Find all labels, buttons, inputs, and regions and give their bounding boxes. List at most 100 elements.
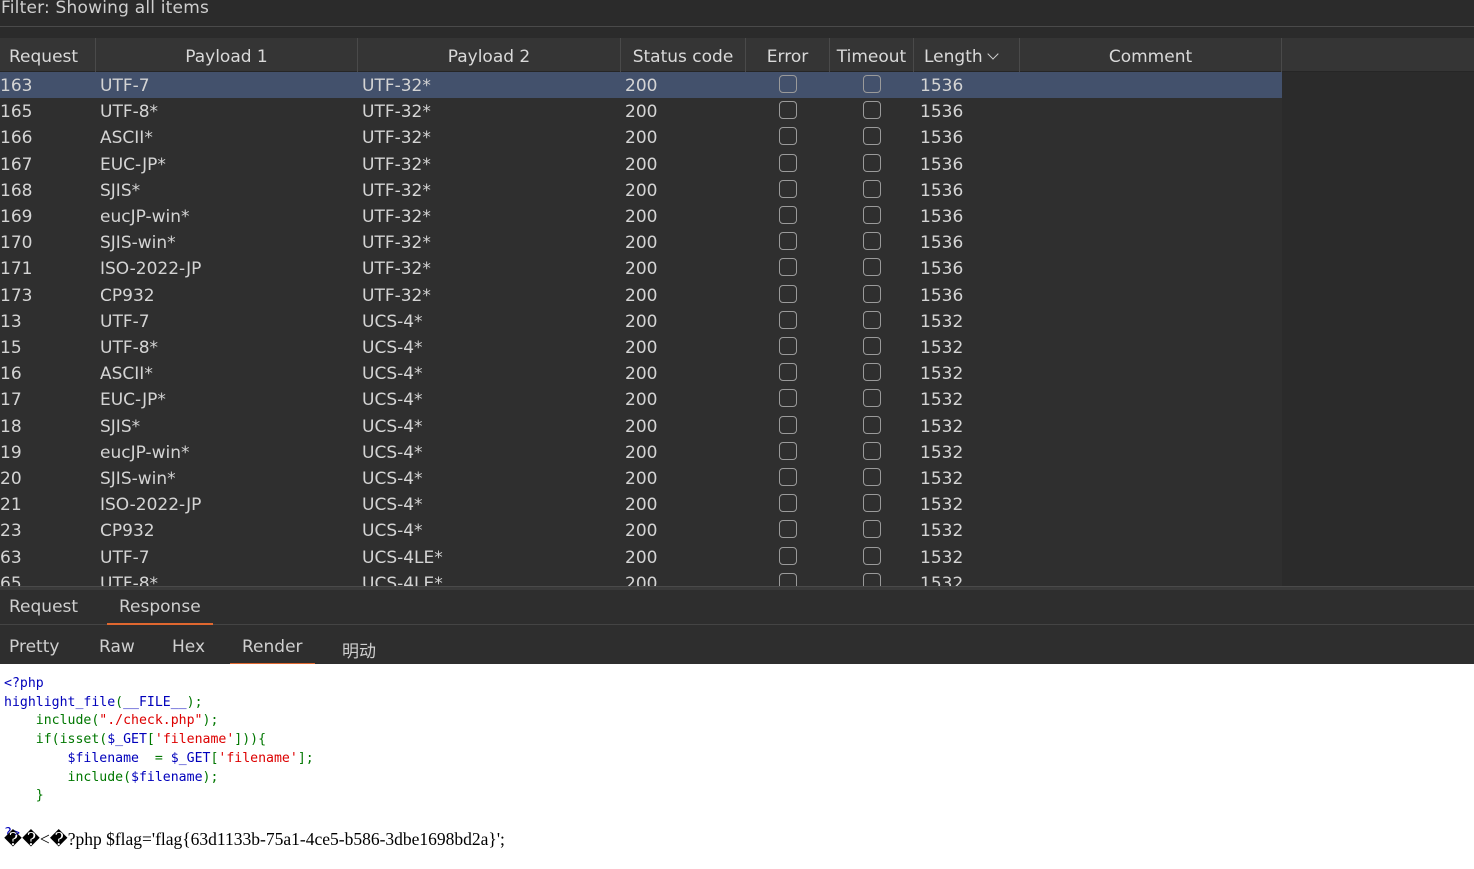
- timeout-checkbox[interactable]: [863, 75, 881, 93]
- cell-payload2: UTF-32*: [362, 128, 431, 148]
- code-token: (: [115, 694, 124, 710]
- timeout-checkbox[interactable]: [863, 232, 881, 250]
- table-row[interactable]: 171 ISO-2022-JP UTF-32* 200 1536: [0, 255, 1282, 281]
- table-row[interactable]: 173 CP932 UTF-32* 200 1536: [0, 282, 1282, 308]
- error-checkbox[interactable]: [779, 127, 797, 145]
- table-row[interactable]: 16 ASCII* UCS-4* 200 1532: [0, 360, 1282, 386]
- cell-length: 1532: [920, 469, 964, 489]
- table-row[interactable]: 20 SJIS-win* UCS-4* 200 1532: [0, 465, 1282, 491]
- timeout-checkbox[interactable]: [863, 416, 881, 434]
- table-row[interactable]: 63 UTF-7 UCS-4LE* 200 1532: [0, 544, 1282, 570]
- timeout-checkbox[interactable]: [863, 311, 881, 329]
- error-checkbox[interactable]: [779, 547, 797, 565]
- table-row[interactable]: 15 UTF-8* UCS-4* 200 1532: [0, 334, 1282, 360]
- error-checkbox[interactable]: [779, 285, 797, 303]
- column-header-status[interactable]: Status code: [621, 38, 746, 72]
- code-line: <?php: [4, 675, 314, 694]
- cell-payload1: CP932: [100, 286, 155, 306]
- error-checkbox[interactable]: [779, 311, 797, 329]
- column-header-length[interactable]: Length: [914, 38, 1020, 72]
- error-checkbox[interactable]: [779, 520, 797, 538]
- column-header-payload2[interactable]: Payload 2: [358, 38, 621, 72]
- table-row[interactable]: 166 ASCII* UTF-32* 200 1536: [0, 124, 1282, 150]
- timeout-checkbox[interactable]: [863, 206, 881, 224]
- error-checkbox[interactable]: [779, 442, 797, 460]
- column-header-payload1[interactable]: Payload 1: [96, 38, 358, 72]
- error-checkbox[interactable]: [779, 101, 797, 119]
- timeout-checkbox[interactable]: [863, 127, 881, 145]
- column-header-request[interactable]: Request: [0, 38, 96, 72]
- timeout-checkbox[interactable]: [863, 180, 881, 198]
- column-header-error[interactable]: Error: [746, 38, 830, 72]
- tab-render[interactable]: Render: [230, 637, 314, 666]
- table-row[interactable]: 19 eucJP-win* UCS-4* 200 1532: [0, 439, 1282, 465]
- cell-length: 1532: [920, 548, 964, 568]
- error-checkbox[interactable]: [779, 180, 797, 198]
- table-row[interactable]: 165 UTF-8* UTF-32* 200 1536: [0, 98, 1282, 124]
- tab-extra[interactable]: 明动: [342, 637, 376, 662]
- table-row[interactable]: 169 eucJP-win* UTF-32* 200 1536: [0, 203, 1282, 229]
- error-checkbox[interactable]: [779, 154, 797, 172]
- table-row[interactable]: 18 SJIS* UCS-4* 200 1532: [0, 413, 1282, 439]
- cell-payload1: UTF-8*: [100, 338, 159, 358]
- tab-hex[interactable]: Hex: [172, 637, 205, 657]
- timeout-checkbox[interactable]: [863, 468, 881, 486]
- error-checkbox[interactable]: [779, 468, 797, 486]
- code-token: "./check.php": [99, 713, 203, 729]
- timeout-checkbox[interactable]: [863, 494, 881, 512]
- cell-request: 173: [0, 286, 33, 306]
- timeout-checkbox[interactable]: [863, 547, 881, 565]
- table-row[interactable]: 65 UTF-8* UCS-4LE* 200 1532: [0, 570, 1282, 586]
- timeout-checkbox[interactable]: [863, 258, 881, 276]
- error-checkbox[interactable]: [779, 494, 797, 512]
- table-row[interactable]: 168 SJIS* UTF-32* 200 1536: [0, 177, 1282, 203]
- cell-status: 200: [625, 338, 658, 358]
- column-header-comment[interactable]: Comment: [1020, 38, 1282, 72]
- cell-payload1: UTF-7: [100, 548, 150, 568]
- tab-response[interactable]: Response: [107, 597, 213, 626]
- timeout-checkbox[interactable]: [863, 337, 881, 355]
- timeout-checkbox[interactable]: [863, 389, 881, 407]
- table-row[interactable]: 23 CP932 UCS-4* 200 1532: [0, 517, 1282, 543]
- timeout-checkbox[interactable]: [863, 520, 881, 538]
- cell-request: 19: [0, 443, 22, 463]
- timeout-checkbox[interactable]: [863, 573, 881, 586]
- table-row[interactable]: 170 SJIS-win* UTF-32* 200 1536: [0, 229, 1282, 255]
- table-row[interactable]: 21 ISO-2022-JP UCS-4* 200 1532: [0, 491, 1282, 517]
- cell-payload1: ISO-2022-JP: [100, 259, 202, 279]
- error-checkbox[interactable]: [779, 389, 797, 407]
- tab-pretty[interactable]: Pretty: [9, 637, 59, 657]
- error-checkbox[interactable]: [779, 232, 797, 250]
- error-checkbox[interactable]: [779, 258, 797, 276]
- render-view: <?php highlight_file(__FILE__); include("…: [0, 664, 1474, 869]
- cell-status: 200: [625, 521, 658, 541]
- cell-payload2: UCS-4*: [362, 390, 423, 410]
- error-checkbox[interactable]: [779, 573, 797, 586]
- error-checkbox[interactable]: [779, 206, 797, 224]
- tab-raw[interactable]: Raw: [99, 637, 135, 657]
- filter-bar[interactable]: Filter: Showing all items: [0, 0, 1474, 27]
- timeout-checkbox[interactable]: [863, 154, 881, 172]
- timeout-checkbox[interactable]: [863, 101, 881, 119]
- timeout-checkbox[interactable]: [863, 285, 881, 303]
- cell-request: 168: [0, 181, 33, 201]
- table-row[interactable]: 163 UTF-7 UTF-32* 200 1536: [0, 72, 1282, 98]
- cell-payload2: UTF-32*: [362, 286, 431, 306]
- timeout-checkbox[interactable]: [863, 363, 881, 381]
- cell-payload2: UTF-32*: [362, 155, 431, 175]
- table-row[interactable]: 167 EUC-JP* UTF-32* 200 1536: [0, 151, 1282, 177]
- cell-status: 200: [625, 259, 658, 279]
- table-row[interactable]: 17 EUC-JP* UCS-4* 200 1532: [0, 386, 1282, 412]
- code-line: include($filename);: [4, 769, 314, 788]
- table-row[interactable]: 13 UTF-7 UCS-4* 200 1532: [0, 308, 1282, 334]
- timeout-checkbox[interactable]: [863, 442, 881, 460]
- code-token: __FILE__: [123, 694, 187, 710]
- error-checkbox[interactable]: [779, 337, 797, 355]
- error-checkbox[interactable]: [779, 75, 797, 93]
- error-checkbox[interactable]: [779, 363, 797, 381]
- cell-payload1: SJIS*: [100, 417, 141, 437]
- error-checkbox[interactable]: [779, 416, 797, 434]
- column-header-timeout[interactable]: Timeout: [830, 38, 914, 72]
- cell-payload1: EUC-JP*: [100, 155, 166, 175]
- tab-request[interactable]: Request: [9, 597, 78, 617]
